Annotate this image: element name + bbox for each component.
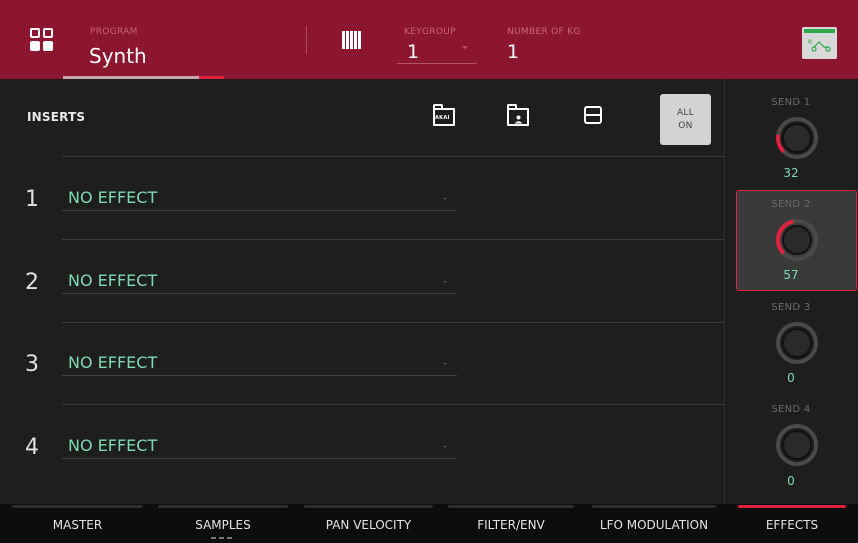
tab-label: FILTER/ENV: [477, 518, 545, 532]
more-dots-icon: [211, 537, 233, 540]
send-label: SEND 1: [771, 97, 811, 108]
routing-indicator: [804, 29, 835, 33]
tab-filter-env[interactable]: FILTER/ENV: [436, 504, 586, 543]
chevron-down-icon: [443, 281, 447, 283]
row-divider: [62, 404, 724, 405]
send-value: 32: [783, 166, 799, 180]
insert-slot-effect[interactable]: NO EFFECT: [68, 353, 157, 372]
save-icon[interactable]: [584, 106, 602, 124]
tab-label: SAMPLES: [195, 518, 251, 532]
insert-slot-effect[interactable]: NO EFFECT: [68, 188, 157, 207]
insert-slot-underline: [62, 458, 457, 459]
insert-slot-underline: [62, 210, 457, 211]
tab-label: MASTER: [52, 518, 103, 532]
chevron-down-icon: [462, 46, 468, 49]
routing-icon: R: [808, 39, 831, 52]
chevron-down-icon: [443, 363, 447, 365]
program-label: PROGRAM: [90, 27, 138, 37]
all-on-label-2: ON: [678, 121, 693, 131]
load-akai-preset-icon[interactable]: AKAI: [433, 104, 455, 128]
insert-slot-underline: [62, 293, 457, 294]
keygroup-underline: [397, 63, 477, 64]
tab-label: LFO MODULATION: [599, 518, 709, 532]
row-divider: [62, 322, 724, 323]
insert-slot-effect[interactable]: NO EFFECT: [68, 436, 157, 455]
program-grid-icon[interactable]: [30, 28, 54, 52]
send-knob[interactable]: [774, 115, 820, 161]
header-divider: [306, 26, 307, 54]
inserts-title: INSERTS: [27, 110, 86, 124]
tab-lfo-modulation[interactable]: LFO MODULATION: [580, 504, 728, 543]
keygroup-value[interactable]: 1: [407, 41, 419, 63]
send-value: 57: [783, 268, 799, 282]
send-label: SEND 2: [771, 199, 811, 210]
insert-slot-number: 4: [25, 435, 39, 460]
program-name[interactable]: Synth: [89, 44, 147, 68]
routing-icon-letter: R: [808, 39, 812, 46]
send-value: 0: [787, 474, 795, 488]
tab-label: EFFECTS: [765, 518, 819, 532]
tab-master[interactable]: MASTER: [0, 504, 155, 543]
row-divider: [62, 239, 724, 240]
num-kg-label: NUMBER OF KG: [507, 27, 581, 37]
tab-pan-velocity[interactable]: PAN VELOCITY: [292, 504, 445, 543]
akai-label: AKAI: [435, 115, 450, 121]
num-kg-value[interactable]: 1: [507, 41, 519, 63]
chevron-down-icon: [443, 446, 447, 448]
send-knob[interactable]: [774, 422, 820, 468]
row-divider: [62, 156, 724, 157]
send-label: SEND 3: [771, 302, 811, 313]
all-on-button[interactable]: ALL ON: [660, 94, 711, 145]
send-knob[interactable]: [774, 320, 820, 366]
header-bar: PROGRAM Synth KEYGROUP 1 NUMBER OF KG 1 …: [0, 0, 858, 79]
all-on-label-1: ALL: [676, 108, 695, 118]
keygroup-label: KEYGROUP: [404, 27, 456, 37]
tab-effects[interactable]: EFFECTS: [726, 504, 858, 543]
bottom-tab-bar: MASTER SAMPLES PAN VELOCITY FILTER/ENV L…: [0, 504, 858, 543]
routing-button[interactable]: R: [802, 27, 837, 59]
insert-slot-number: 2: [25, 270, 39, 295]
load-user-preset-icon[interactable]: [507, 104, 529, 128]
tab-label: PAN VELOCITY: [325, 518, 412, 532]
insert-slot-effect[interactable]: NO EFFECT: [68, 271, 157, 290]
insert-slot-number: 3: [25, 352, 39, 377]
insert-slot-number: 1: [25, 187, 39, 212]
chevron-down-icon: [443, 198, 447, 200]
send-value: 0: [787, 371, 795, 385]
insert-slot-underline: [62, 375, 457, 376]
keyboard-icon[interactable]: [342, 31, 362, 49]
send-label: SEND 4: [771, 404, 811, 415]
send-knob[interactable]: [774, 217, 820, 263]
